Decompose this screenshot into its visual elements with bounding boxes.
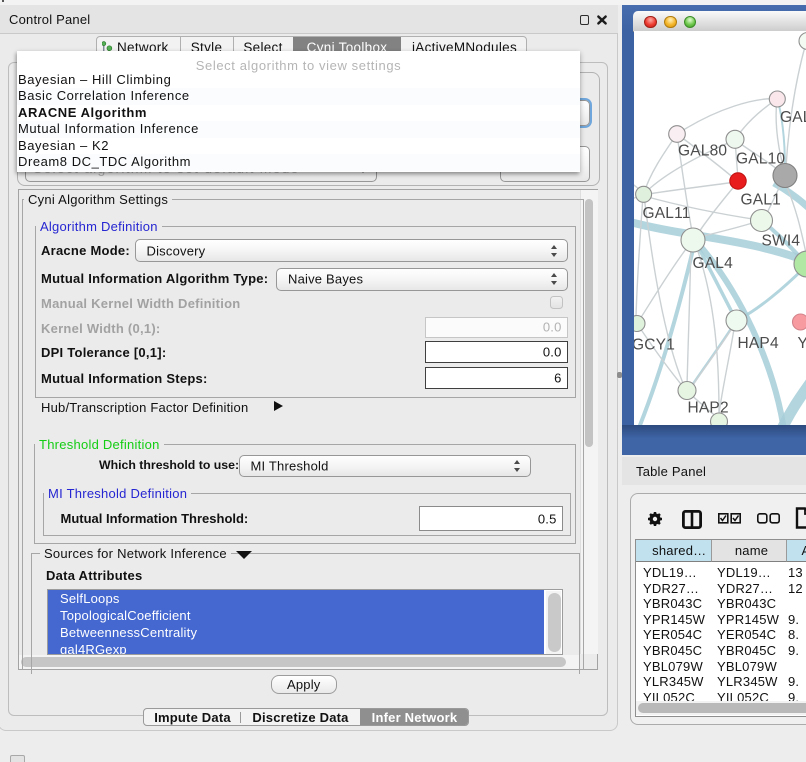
svg-text:GAL7: GAL7 [780,109,806,126]
svg-text:HAP2: HAP2 [688,400,729,417]
svg-text:GAL1: GAL1 [741,192,781,209]
svg-text:HAP4: HAP4 [738,335,779,352]
svg-text:GAL80: GAL80 [678,143,727,160]
svg-text:GAL4: GAL4 [693,255,734,272]
svg-text:GCY1: GCY1 [634,337,675,354]
svg-text:SWI4: SWI4 [762,233,801,250]
svg-text:Y: Y [798,335,806,352]
svg-text:GAL10: GAL10 [736,151,785,168]
svg-text:GAL11: GAL11 [643,205,691,222]
